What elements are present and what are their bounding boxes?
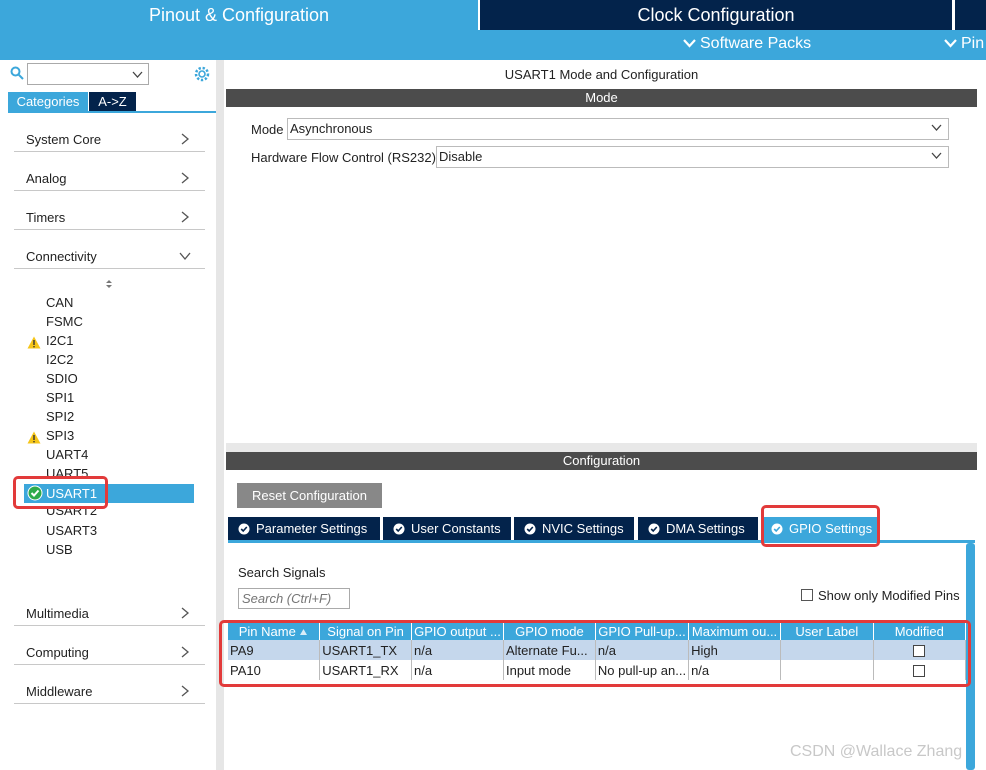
- tab-pinout-configuration[interactable]: Pinout & Configuration: [0, 0, 478, 30]
- tab-nvic-settings[interactable]: NVIC Settings: [514, 517, 634, 540]
- check-circle-icon: [238, 523, 250, 534]
- tab-underline: [8, 111, 216, 113]
- highlight-gpio-table: [219, 620, 971, 687]
- mode-select[interactable]: Asynchronous: [287, 118, 949, 140]
- peripheral-i2c2[interactable]: I2C2: [46, 352, 73, 367]
- show-modified-label: Show only Modified Pins: [818, 588, 960, 603]
- tab-label: DMA Settings: [666, 521, 745, 536]
- search-signals-input[interactable]: [238, 588, 350, 609]
- highlight-gpio-tab: [761, 505, 880, 547]
- tab-label: User Constants: [411, 521, 501, 536]
- stm32cubemx-window: Pinout & Configuration Clock Configurati…: [0, 0, 986, 770]
- tab-next[interactable]: [955, 0, 986, 30]
- category-search-combo[interactable]: [27, 63, 149, 85]
- peripheral-spi2[interactable]: SPI2: [46, 409, 74, 424]
- category-label: Multimedia: [26, 606, 89, 621]
- tab-label: NVIC Settings: [542, 521, 624, 536]
- search-icon: [10, 66, 24, 80]
- warning-icon: [27, 336, 41, 349]
- peripheral-usart3[interactable]: USART3: [46, 523, 97, 538]
- gear-icon[interactable]: [193, 65, 211, 83]
- show-modified-checkbox[interactable]: [801, 589, 813, 601]
- peripheral-spi3[interactable]: SPI3: [46, 428, 74, 443]
- tab-parameter-settings[interactable]: Parameter Settings: [228, 517, 380, 540]
- mode-value: Asynchronous: [290, 121, 373, 136]
- mode-section-bar: Mode: [226, 89, 977, 107]
- peripheral-fsmc[interactable]: FSMC: [46, 314, 83, 329]
- category-analog[interactable]: Analog: [14, 161, 205, 191]
- highlight-usart1: [13, 476, 108, 509]
- category-label: Connectivity: [26, 249, 97, 264]
- watermark: CSDN @Wallace Zhang: [790, 743, 963, 760]
- warning-icon: [27, 431, 41, 444]
- category-label: Analog: [26, 171, 67, 186]
- chevron-down-icon: [683, 39, 696, 48]
- sort-icon[interactable]: [104, 279, 114, 289]
- tab-user-constants[interactable]: User Constants: [383, 517, 511, 540]
- software-packs-label: Software Packs: [700, 35, 812, 52]
- check-circle-icon: [393, 523, 405, 534]
- pinout-menu[interactable]: Pin: [944, 35, 984, 53]
- category-timers[interactable]: Timers: [14, 200, 205, 230]
- peripheral-uart5[interactable]: UART5: [46, 466, 88, 476]
- flow-control-value: Disable: [439, 149, 483, 164]
- az-tab[interactable]: A->Z: [89, 92, 136, 111]
- category-label: System Core: [26, 132, 102, 147]
- mode-label: Mode: [251, 122, 284, 137]
- category-system-core[interactable]: System Core: [14, 122, 205, 152]
- chevron-down-icon: [179, 252, 191, 261]
- peripheral-sdio[interactable]: SDIO: [46, 371, 78, 386]
- flow-control-select[interactable]: Disable: [436, 146, 949, 168]
- panel-divider[interactable]: [226, 443, 977, 452]
- category-label: Computing: [26, 645, 89, 660]
- category-connectivity[interactable]: Connectivity: [14, 239, 205, 269]
- tab-label: Parameter Settings: [256, 521, 368, 536]
- peripheral-spi1[interactable]: SPI1: [46, 390, 74, 405]
- left-panel: Categories A->Z System Core Analog Timer…: [0, 60, 218, 770]
- chevron-down-icon: [132, 71, 143, 78]
- chevron-right-icon: [181, 607, 190, 619]
- peripheral-i2c1[interactable]: I2C1: [46, 333, 73, 348]
- reset-configuration-button[interactable]: Reset Configuration: [237, 483, 382, 508]
- categories-tab[interactable]: Categories: [8, 92, 88, 111]
- chevron-down-icon: [944, 39, 957, 48]
- category-label: Timers: [26, 210, 66, 225]
- flow-control-label: Hardware Flow Control (RS232): [251, 150, 436, 165]
- pinout-menu-label: Pin: [961, 35, 985, 52]
- check-circle-icon: [648, 523, 660, 534]
- category-middleware[interactable]: Middleware: [14, 674, 205, 704]
- configuration-section-bar: Configuration: [226, 452, 977, 470]
- tab-pinout-label: Pinout & Configuration: [148, 4, 330, 25]
- search-signals-label: Search Signals: [238, 565, 326, 580]
- category-computing[interactable]: Computing: [14, 635, 205, 665]
- chevron-down-icon: [931, 124, 942, 131]
- chevron-right-icon: [181, 646, 190, 658]
- tab-clock-label: Clock Configuration: [637, 4, 795, 25]
- peripheral-usb[interactable]: USB: [46, 542, 73, 557]
- sub-menu-bar: Software Packs Pin: [0, 30, 986, 60]
- chevron-right-icon: [181, 685, 190, 697]
- peripheral-can[interactable]: CAN: [46, 295, 73, 310]
- tab-dma-settings[interactable]: DMA Settings: [638, 517, 758, 540]
- category-multimedia[interactable]: Multimedia: [14, 596, 205, 626]
- check-circle-icon: [524, 523, 536, 534]
- peripheral-uart4[interactable]: UART4: [46, 447, 88, 462]
- category-label: Middleware: [26, 684, 93, 699]
- chevron-right-icon: [181, 172, 190, 184]
- tab-clock-configuration[interactable]: Clock Configuration: [480, 0, 952, 30]
- software-packs-menu[interactable]: Software Packs: [683, 35, 811, 53]
- chevron-down-icon: [931, 152, 942, 159]
- chevron-right-icon: [181, 133, 190, 145]
- page-title: USART1 Mode and Configuration: [226, 60, 977, 89]
- chevron-right-icon: [181, 211, 190, 223]
